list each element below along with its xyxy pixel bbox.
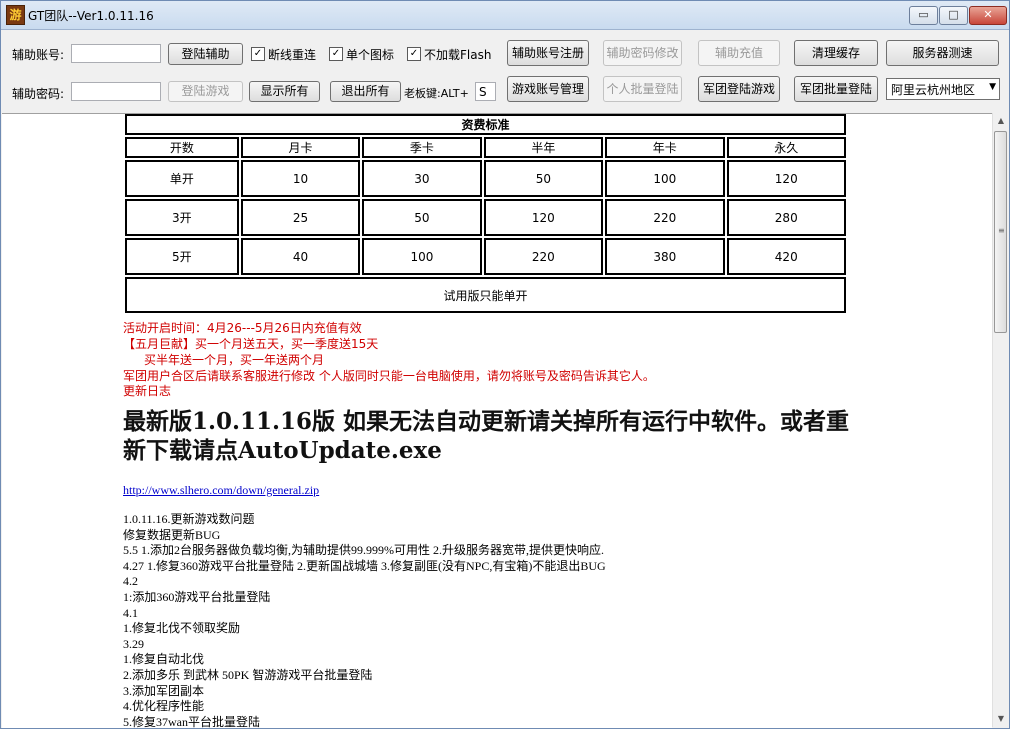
list-item: 3.添加军团副本 — [123, 683, 205, 698]
table-cell: 280 — [726, 199, 846, 236]
list-item: 5.修复37wan平台批量登陆 — [123, 714, 260, 728]
app-window: 游 GT团队--Ver1.0.11.16 ▭ □ ✕ 辅助账号: 登陆辅助 ✓ … — [0, 0, 1010, 729]
table-row: 5开 40 100 220 380 420 — [125, 238, 846, 275]
boss-key-label: 老板键:ALT+ — [404, 87, 469, 100]
vertical-scrollbar[interactable]: ▲ ≡ ▼ — [992, 113, 1009, 727]
recharge-button[interactable]: 辅助充值 — [698, 40, 780, 66]
list-item: 4.1 — [123, 605, 138, 620]
notice-half-year-offer: 买半年送一个月，买一年送两个月 — [144, 353, 325, 367]
table-cell: 100 — [362, 238, 482, 275]
no-flash-label: 不加载Flash — [424, 48, 492, 62]
list-item: 1.修复北伐不领取奖励 — [123, 621, 241, 636]
notice-activity-time: 活动开启时间：4月26---5月26日内充值有效 — [123, 321, 362, 335]
pricing-table: 资费标准 开数 月卡 季卡 半年 年卡 永久 单开 10 30 50 100 1… — [123, 114, 848, 315]
boss-key-input[interactable] — [475, 82, 496, 101]
table-cell: 30 — [362, 160, 482, 197]
reconnect-label: 断线重连 — [268, 48, 317, 62]
table-cell: 单开 — [125, 160, 239, 197]
reconnect-checkbox[interactable]: ✓ — [251, 47, 265, 61]
app-icon: 游 — [6, 5, 25, 25]
clear-cache-button[interactable]: 清理缓存 — [794, 40, 878, 66]
exit-all-button[interactable]: 退出所有 — [330, 81, 401, 102]
pricing-table-title: 资费标准 — [125, 114, 846, 135]
region-select[interactable]: 阿里云杭州地区 ▼ — [886, 78, 1000, 100]
change-password-button[interactable]: 辅助密码修改 — [603, 40, 682, 66]
game-account-manage-button[interactable]: 游戏账号管理 — [507, 76, 589, 102]
login-game-button[interactable]: 登陆游戏 — [168, 81, 243, 102]
password-label: 辅助密码: — [12, 87, 65, 101]
table-header: 开数 — [125, 137, 239, 158]
table-header: 季卡 — [362, 137, 482, 158]
table-header: 半年 — [483, 137, 604, 158]
download-link[interactable]: http://www.slhero.com/down/general.zip — [123, 483, 319, 498]
notice-may-offer: 【五月巨献】买一个月送五天，买一季度送15天 — [123, 337, 379, 351]
table-cell: 25 — [240, 199, 361, 236]
close-button[interactable]: ✕ — [969, 6, 1007, 25]
table-cell: 220 — [483, 238, 604, 275]
single-icon-checkbox[interactable]: ✓ — [329, 47, 343, 61]
minimize-button[interactable]: ▭ — [909, 6, 938, 25]
server-speed-test-button[interactable]: 服务器测速 — [886, 40, 999, 66]
list-item: 3.29 — [123, 636, 144, 651]
changelog-heading: 更新日志 — [123, 384, 172, 398]
table-cell: 120 — [483, 199, 604, 236]
single-icon-label: 单个图标 — [346, 48, 395, 62]
list-item: 5.5 1.添加2台服务器做负载均衡,为辅助提供99.999%可用性 2.升级服… — [123, 543, 604, 558]
title-bar[interactable]: 游 GT团队--Ver1.0.11.16 ▭ □ ✕ — [1, 1, 1009, 30]
no-flash-checkbox[interactable]: ✓ — [407, 47, 421, 61]
login-assist-button[interactable]: 登陆辅助 — [168, 43, 243, 65]
table-header: 永久 — [726, 137, 846, 158]
scroll-up-icon[interactable]: ▲ — [993, 113, 1009, 129]
list-item: 4.优化程序性能 — [123, 699, 205, 714]
table-cell: 5开 — [125, 238, 239, 275]
password-input[interactable] — [71, 82, 161, 101]
window-title: GT团队--Ver1.0.11.16 — [28, 9, 154, 23]
notice-group-users: 军团用户合区后请联系客服进行修改 个人版同时只能一台电脑使用，请勿将账号及密码告… — [123, 369, 655, 383]
table-cell: 220 — [605, 199, 725, 236]
group-login-game-button[interactable]: 军团登陆游戏 — [698, 76, 780, 102]
info-browser-panel[interactable]: 资费标准 开数 月卡 季卡 半年 年卡 永久 单开 10 30 50 100 1… — [2, 113, 992, 728]
show-all-button[interactable]: 显示所有 — [249, 81, 320, 102]
table-cell: 3开 — [125, 199, 239, 236]
list-item: 1.0.11.16.更新游戏数问题 — [123, 512, 255, 526]
region-select-value: 阿里云杭州地区 — [891, 83, 976, 97]
list-item: 修复数据更新BUG — [123, 527, 221, 542]
grip-icon: ≡ — [998, 226, 1005, 235]
list-item: 4.27 1.修复360游戏平台批量登陆 2.更新国战城墙 3.修复副匪(没有N… — [123, 558, 606, 573]
table-cell: 50 — [483, 160, 604, 197]
register-button[interactable]: 辅助账号注册 — [507, 40, 589, 66]
list-item: 4.2 — [123, 574, 138, 589]
account-input[interactable] — [71, 44, 161, 63]
scrollbar-thumb[interactable]: ≡ — [994, 131, 1007, 333]
chevron-down-icon: ▼ — [989, 82, 996, 92]
table-cell: 50 — [362, 199, 482, 236]
list-item: 2.添加多乐 到武林 50PK 智游游戏平台批量登陆 — [123, 667, 373, 682]
group-batch-login-button[interactable]: 军团批量登陆 — [794, 76, 878, 102]
personal-batch-login-button[interactable]: 个人批量登陆 — [603, 76, 682, 102]
list-item: 1.修复自动北伐 — [123, 652, 205, 667]
table-cell: 10 — [240, 160, 361, 197]
table-cell: 120 — [726, 160, 846, 197]
table-row: 3开 25 50 120 220 280 — [125, 199, 846, 236]
maximize-button[interactable]: □ — [939, 6, 968, 25]
update-headline: 最新版1.0.11.16版 如果无法自动更新请关掉所有运行中软件。或者重新下载请… — [123, 408, 850, 464]
account-label: 辅助账号: — [12, 48, 65, 62]
table-header: 年卡 — [605, 137, 725, 158]
changelog-list: 1.0.11.16.更新游戏数问题 修复数据更新BUG 5.5 1.添加2台服务… — [123, 512, 606, 728]
table-row: 单开 10 30 50 100 120 — [125, 160, 846, 197]
trial-note: 试用版只能单开 — [125, 277, 846, 313]
table-cell: 380 — [605, 238, 725, 275]
scroll-down-icon[interactable]: ▼ — [993, 711, 1009, 727]
list-item: 1:添加360游戏平台批量登陆 — [123, 589, 271, 604]
table-cell: 100 — [605, 160, 725, 197]
table-header: 月卡 — [240, 137, 361, 158]
table-cell: 420 — [726, 238, 846, 275]
table-cell: 40 — [240, 238, 361, 275]
